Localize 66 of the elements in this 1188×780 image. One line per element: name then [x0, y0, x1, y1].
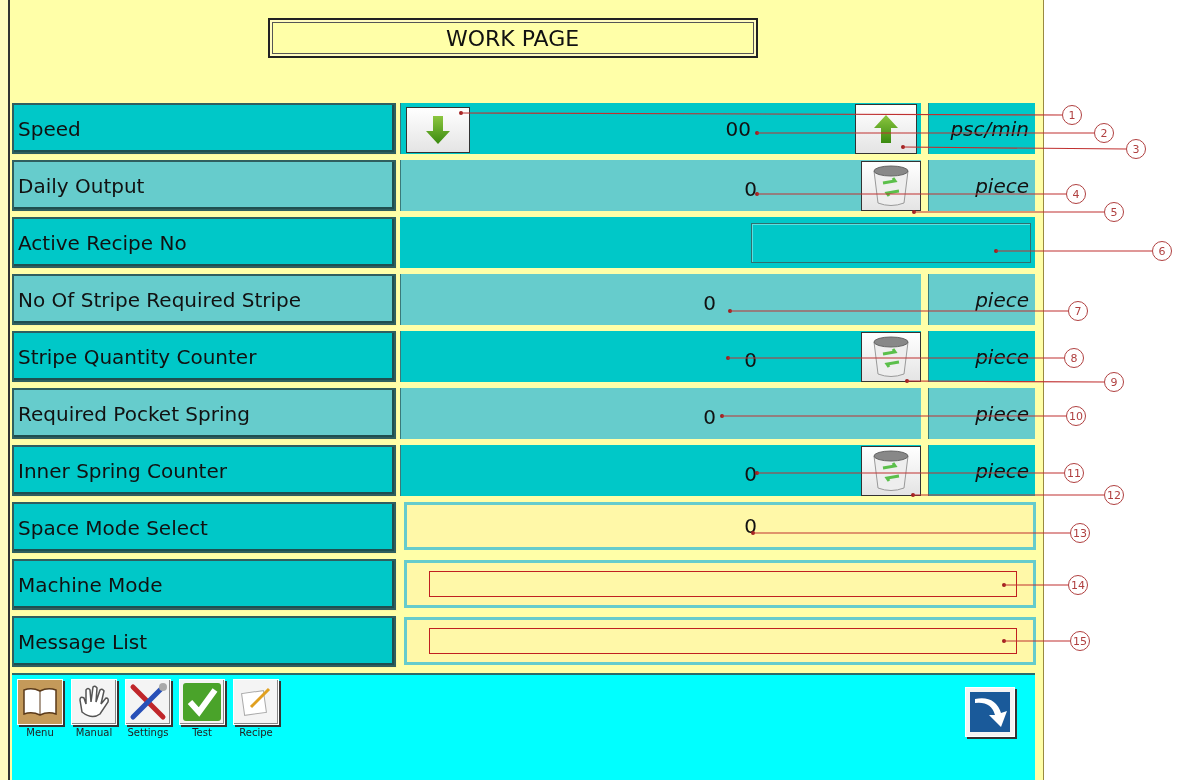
- bin-icon: [871, 335, 911, 378]
- speed-value: 00: [725, 116, 751, 141]
- toolbar-button[interactable]: [17, 679, 63, 725]
- toolbar-label: Settings: [127, 727, 169, 738]
- callout-number: 2: [1094, 123, 1114, 143]
- counter-value: 0: [744, 346, 757, 372]
- field-label: No Of Stripe Required Stripe: [12, 274, 396, 325]
- unit-label: psc/min: [928, 103, 1035, 154]
- field-label: Inner Spring Counter: [12, 445, 396, 496]
- counter-value: 0: [703, 403, 716, 429]
- unit-label: piece: [928, 160, 1035, 211]
- callout-number: 4: [1066, 184, 1086, 204]
- toolbar-label: Test: [192, 727, 212, 738]
- toolbar-label: Recipe: [239, 727, 273, 738]
- bin-icon: [871, 164, 911, 207]
- toolbar-label: Menu: [26, 727, 54, 738]
- toolbar-button[interactable]: [179, 679, 225, 725]
- callout-number: 10: [1066, 406, 1086, 426]
- callout-number: 1: [1062, 105, 1082, 125]
- callout-number: 9: [1104, 372, 1124, 392]
- decrease-button[interactable]: [406, 107, 470, 153]
- reset-button[interactable]: [861, 445, 921, 496]
- callout-number: 7: [1068, 301, 1088, 321]
- callout-number: 5: [1104, 202, 1124, 222]
- callout-number: 8: [1064, 348, 1084, 368]
- leader-line: [1002, 639, 1071, 643]
- up-arrow-icon: [873, 113, 899, 144]
- field-label: Message List: [12, 616, 396, 667]
- unit-label: piece: [928, 445, 1035, 496]
- callout-number: 15: [1070, 631, 1090, 651]
- field-label: Required Pocket Spring: [12, 388, 396, 439]
- recipe-field[interactable]: [751, 222, 1031, 263]
- increase-button[interactable]: [855, 103, 917, 154]
- field-label: Active Recipe No: [12, 217, 396, 268]
- field-label: Stripe Quantity Counter: [12, 331, 396, 382]
- field-label: Speed: [12, 103, 396, 154]
- check-icon: [182, 682, 222, 722]
- reset-button[interactable]: [861, 331, 921, 382]
- reset-button[interactable]: [861, 160, 921, 211]
- counter-value: 0: [744, 460, 757, 486]
- leader-line: [1002, 583, 1069, 587]
- toolbar-button[interactable]: [233, 679, 279, 725]
- toolbar-label: Manual: [75, 727, 113, 738]
- callout-number: 3: [1126, 139, 1146, 159]
- next-page-button[interactable]: [965, 687, 1015, 737]
- field-label: Daily Output: [12, 160, 396, 211]
- callout-number: 13: [1070, 523, 1090, 543]
- counter-value: 0: [703, 289, 716, 315]
- down-arrow-icon: [425, 115, 451, 145]
- callout-number: 12: [1104, 485, 1124, 505]
- unit-label: piece: [928, 274, 1035, 325]
- toolbar-button[interactable]: [71, 679, 117, 725]
- callout-number: 11: [1064, 463, 1084, 483]
- unit-label: piece: [928, 388, 1035, 439]
- counter-value: 0: [744, 175, 757, 201]
- bin-icon: [871, 449, 911, 492]
- field-label: Space Mode Select: [12, 502, 396, 553]
- callout-number: 6: [1152, 241, 1172, 261]
- page-title: WORK PAGE: [267, 18, 758, 58]
- mode-field[interactable]: 0: [407, 505, 1033, 547]
- notepad-icon: [239, 685, 273, 719]
- toolbar-button[interactable]: [125, 679, 171, 725]
- book-icon: [18, 680, 62, 724]
- unit-label: piece: [928, 331, 1035, 382]
- field-label: Machine Mode: [12, 559, 396, 610]
- callout-number: 14: [1068, 575, 1088, 595]
